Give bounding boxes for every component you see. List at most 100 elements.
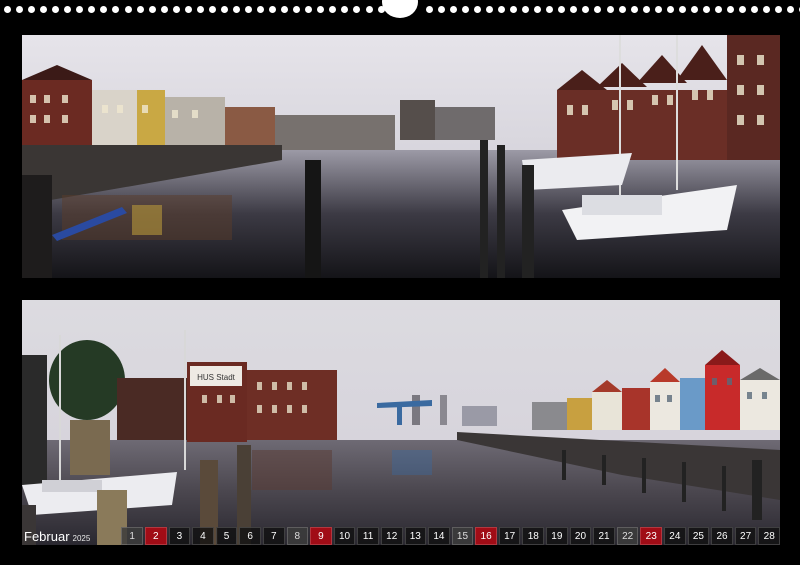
binding-hole	[461, 6, 469, 13]
binding-hole	[570, 6, 578, 13]
year-label: 2025	[72, 533, 91, 543]
day-cell: 27	[734, 527, 757, 545]
binding-hole	[208, 6, 216, 13]
binding-hole	[40, 6, 48, 13]
binding-hole	[196, 6, 204, 13]
binding-hole	[582, 6, 590, 13]
day-cell: 21	[593, 527, 615, 545]
day-cell: 24	[664, 527, 686, 545]
binding-hole	[727, 6, 734, 13]
binding-hole	[28, 6, 36, 13]
day-cell: 10	[333, 527, 356, 545]
binding-hole	[377, 6, 385, 13]
binding-hole	[739, 6, 747, 13]
binding-hole	[498, 6, 506, 13]
binding-hole	[124, 6, 132, 13]
binding-hole	[281, 6, 289, 13]
binding-hole	[365, 6, 373, 13]
binding-hole	[666, 6, 674, 13]
day-cell: 15	[451, 527, 474, 545]
binding-hole	[341, 6, 349, 13]
binding-hole	[630, 6, 638, 13]
binding-hole	[678, 6, 686, 13]
month-name: Februar	[24, 528, 70, 544]
binding-hole	[714, 6, 722, 13]
day-cell: 18	[522, 527, 545, 545]
day-cell: 25	[687, 527, 710, 545]
binding-hole	[100, 6, 108, 13]
binding-hole	[510, 6, 518, 13]
binding-hole	[160, 6, 168, 13]
day-cell: 19	[546, 527, 568, 545]
binding-hole	[594, 6, 602, 13]
binding-hole	[437, 6, 445, 13]
day-cell: 22	[616, 527, 639, 545]
binding-hole	[787, 6, 795, 13]
binding-hole	[546, 6, 554, 13]
day-cell: 8	[286, 527, 309, 545]
day-cell: 9	[310, 527, 332, 545]
binding-hole	[522, 6, 530, 13]
binding-hole	[112, 6, 120, 13]
binding-hole	[64, 6, 72, 13]
binding-hole	[172, 6, 180, 13]
day-cell: 16	[475, 527, 497, 545]
calendar-strip: Februar 2025 1 2 3 4 5 6 7 8 9 10 11 12 13 14 15 16 17 18…	[22, 526, 780, 546]
binding-hole	[473, 6, 481, 13]
harbor-photo-bottom: HUS Stadt	[22, 300, 780, 545]
binding-hole	[184, 6, 192, 13]
binding-hole	[4, 6, 11, 13]
binding-hole	[136, 6, 144, 13]
binding-hole	[16, 6, 24, 13]
binding-hole	[329, 6, 337, 13]
binding-hole	[606, 6, 614, 13]
day-cell: 3	[168, 527, 191, 545]
binding-hole	[751, 6, 759, 13]
binding-hole	[558, 6, 566, 13]
binding-hole	[642, 6, 650, 13]
day-cell: 14	[428, 527, 450, 545]
binding-hole	[269, 6, 277, 13]
hanger-hole	[382, 0, 418, 18]
binding-hole	[220, 6, 228, 13]
binding-hole	[690, 6, 698, 13]
binding-hole	[317, 6, 325, 13]
day-cell: 13	[404, 527, 427, 545]
binding-hole	[654, 6, 662, 13]
binding-hole	[88, 6, 96, 13]
binding-hole	[763, 6, 771, 13]
days-row: 1 2 3 4 5 6 7 8 9 10 11 12 13 14 15 16 17 18 19 20 21 22 23 24 2…	[121, 527, 780, 545]
day-cell: 4	[192, 527, 214, 545]
binding-hole	[353, 6, 361, 13]
binding-hole	[534, 6, 542, 13]
binding-hole	[775, 6, 783, 13]
binding-hole	[148, 6, 156, 13]
day-cell: 11	[357, 527, 379, 545]
spiral-binding	[0, 0, 800, 20]
binding-hole	[425, 6, 433, 13]
day-cell: 28	[758, 527, 780, 545]
day-cell: 7	[262, 527, 285, 545]
binding-hole	[52, 6, 60, 13]
binding-hole	[76, 6, 84, 13]
day-cell: 6	[239, 527, 261, 545]
binding-hole	[486, 6, 493, 13]
day-cell: 2	[144, 527, 167, 545]
binding-hole	[702, 6, 710, 13]
binding-hole	[232, 6, 240, 13]
day-cell: 20	[569, 527, 592, 545]
binding-hole	[257, 6, 265, 13]
month-label: Februar 2025	[22, 529, 121, 544]
day-cell: 26	[711, 527, 733, 545]
harbor-photo-top	[22, 35, 780, 278]
day-cell: 17	[498, 527, 521, 545]
day-cell: 23	[640, 527, 663, 545]
day-cell: 5	[215, 527, 238, 545]
binding-hole	[618, 6, 626, 13]
building-sign-text: HUS Stadt	[197, 373, 236, 382]
binding-hole	[245, 6, 252, 13]
binding-hole	[293, 6, 301, 13]
binding-hole	[305, 6, 313, 13]
day-cell: 1	[121, 527, 143, 545]
binding-hole	[449, 6, 457, 13]
